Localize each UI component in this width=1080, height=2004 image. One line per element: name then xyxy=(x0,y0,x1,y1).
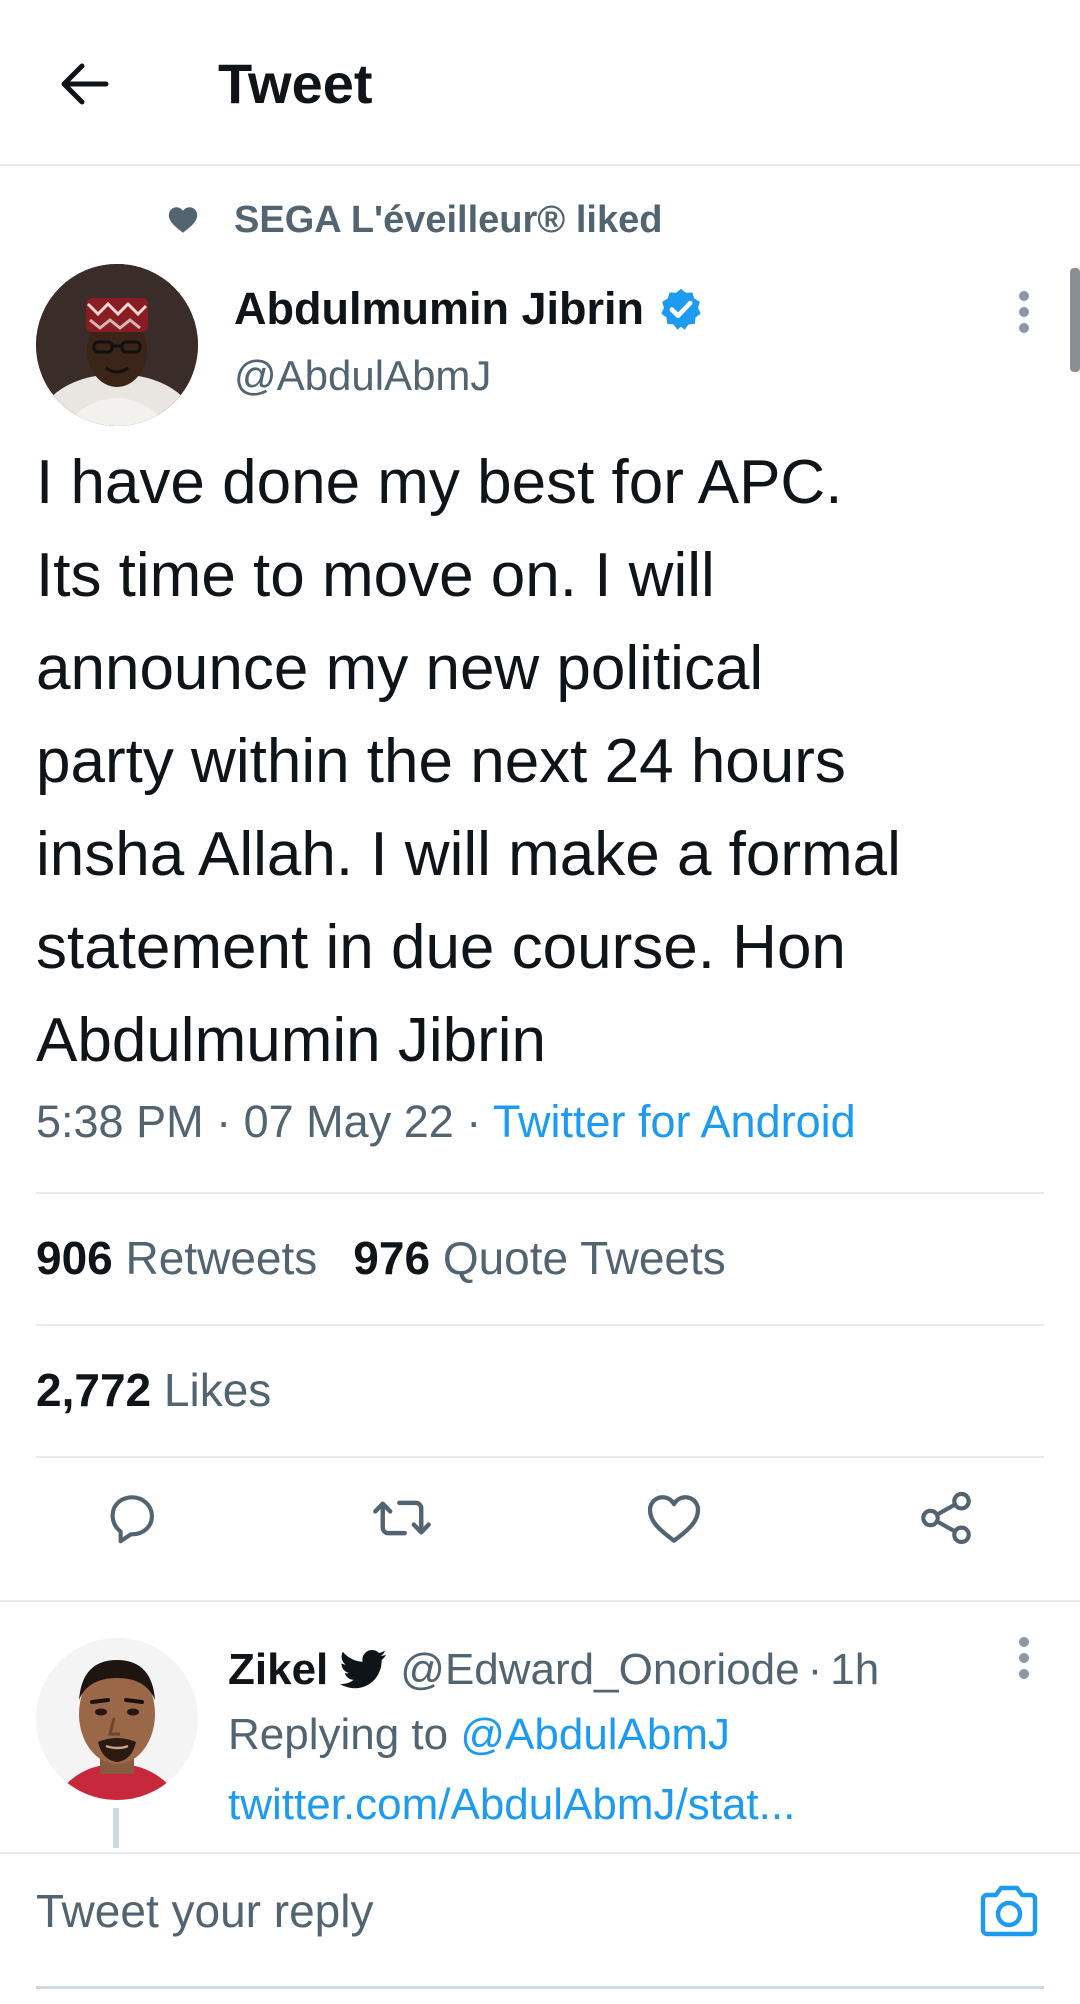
more-vertical-icon xyxy=(1019,1637,1029,1679)
replying-to: Replying to @AbdulAbmJ xyxy=(228,1710,730,1760)
composer-underline xyxy=(36,1986,1044,1989)
more-vertical-icon xyxy=(1019,291,1029,333)
tweet-source-link[interactable]: Twitter for Android xyxy=(493,1096,856,1147)
stats-row: 906 Retweets 976 Quote Tweets xyxy=(36,1218,762,1298)
author-info[interactable]: Abdulmumin Jibrin @AbdulAbmJ xyxy=(234,280,704,400)
likes-label: Likes xyxy=(163,1364,272,1416)
likes-row: 2,772 Likes xyxy=(36,1350,307,1430)
camera-button[interactable] xyxy=(972,1874,1046,1948)
reply-link[interactable]: twitter.com/AbdulAbmJ/stat... xyxy=(228,1780,795,1830)
thread-connector xyxy=(113,1808,119,1848)
likes-stat[interactable]: 2,772 Likes xyxy=(36,1363,271,1417)
replying-to-mention[interactable]: @AbdulAbmJ xyxy=(460,1710,730,1759)
reply-header: Zikel @Edward_Onoriode · 1h xyxy=(228,1640,879,1700)
social-context[interactable]: SEGA L'éveilleur® liked xyxy=(166,196,662,244)
tweet-action-bar xyxy=(0,1458,1080,1598)
reply-time: 1h xyxy=(830,1645,880,1694)
reply-tweet[interactable]: Zikel @Edward_Onoriode · 1h Replying to … xyxy=(0,1602,1080,1852)
likes-count: 2,772 xyxy=(36,1364,152,1416)
divider xyxy=(36,1324,1044,1326)
share-icon xyxy=(921,1491,971,1545)
reply-author-handle: @Edward_Onoriode xyxy=(400,1645,800,1694)
tweet-text: I have done my best for APC. Its time to… xyxy=(36,448,901,1075)
author-name: Abdulmumin Jibrin xyxy=(234,283,644,334)
heart-filled-icon xyxy=(168,207,198,233)
like-button[interactable] xyxy=(638,1482,710,1554)
retweets-stat[interactable]: 906 Retweets xyxy=(36,1231,317,1285)
reply-separator: · xyxy=(807,1645,823,1694)
share-button[interactable] xyxy=(910,1482,982,1554)
camera-icon xyxy=(980,1885,1038,1937)
retweets-count: 906 xyxy=(36,1232,113,1284)
social-context-label: SEGA L'éveilleur® liked xyxy=(234,198,663,241)
quotes-stat[interactable]: 976 Quote Tweets xyxy=(353,1231,726,1285)
arrow-left-icon xyxy=(61,63,109,105)
reply-composer xyxy=(0,1852,1080,2004)
reply-author-name: Zikel xyxy=(228,1645,329,1694)
verified-badge-icon xyxy=(661,288,701,330)
retweets-label: Retweets xyxy=(125,1232,318,1284)
retweet-icon xyxy=(373,1500,431,1536)
tweet-time: 5:38 PM xyxy=(36,1096,204,1147)
scrollbar-thumb[interactable] xyxy=(1070,268,1080,372)
twitter-bird-icon xyxy=(340,1650,387,1689)
tweet-meta: 5:38 PM · 07 May 22 · Twitter for Androi… xyxy=(36,1096,856,1148)
tweet-date: 07 May 22 xyxy=(243,1096,454,1147)
meta-separator: · xyxy=(466,1096,482,1147)
author-avatar[interactable] xyxy=(36,264,198,426)
tweet-more-button[interactable] xyxy=(1004,282,1044,342)
top-app-bar: Tweet xyxy=(0,0,1080,166)
reply-avatar[interactable] xyxy=(36,1638,198,1800)
page-title: Tweet xyxy=(218,52,373,115)
author-photo xyxy=(36,264,198,426)
replying-prefix: Replying to xyxy=(228,1710,461,1759)
reply-input[interactable] xyxy=(36,1852,916,1970)
reply-author-photo xyxy=(36,1638,198,1800)
reply-button[interactable] xyxy=(96,1482,168,1554)
quotes-count: 976 xyxy=(353,1232,431,1284)
author-handle: @AbdulAbmJ xyxy=(234,352,492,399)
reply-icon xyxy=(110,1495,154,1544)
divider xyxy=(36,1192,1044,1194)
retweet-button[interactable] xyxy=(366,1482,438,1554)
quotes-label: Quote Tweets xyxy=(442,1232,726,1284)
meta-separator: · xyxy=(216,1096,232,1147)
like-icon xyxy=(647,1495,701,1543)
author-name-row: Abdulmumin Jibrin xyxy=(234,280,704,338)
reply-more-button[interactable] xyxy=(1004,1628,1044,1688)
back-button[interactable] xyxy=(52,52,116,116)
